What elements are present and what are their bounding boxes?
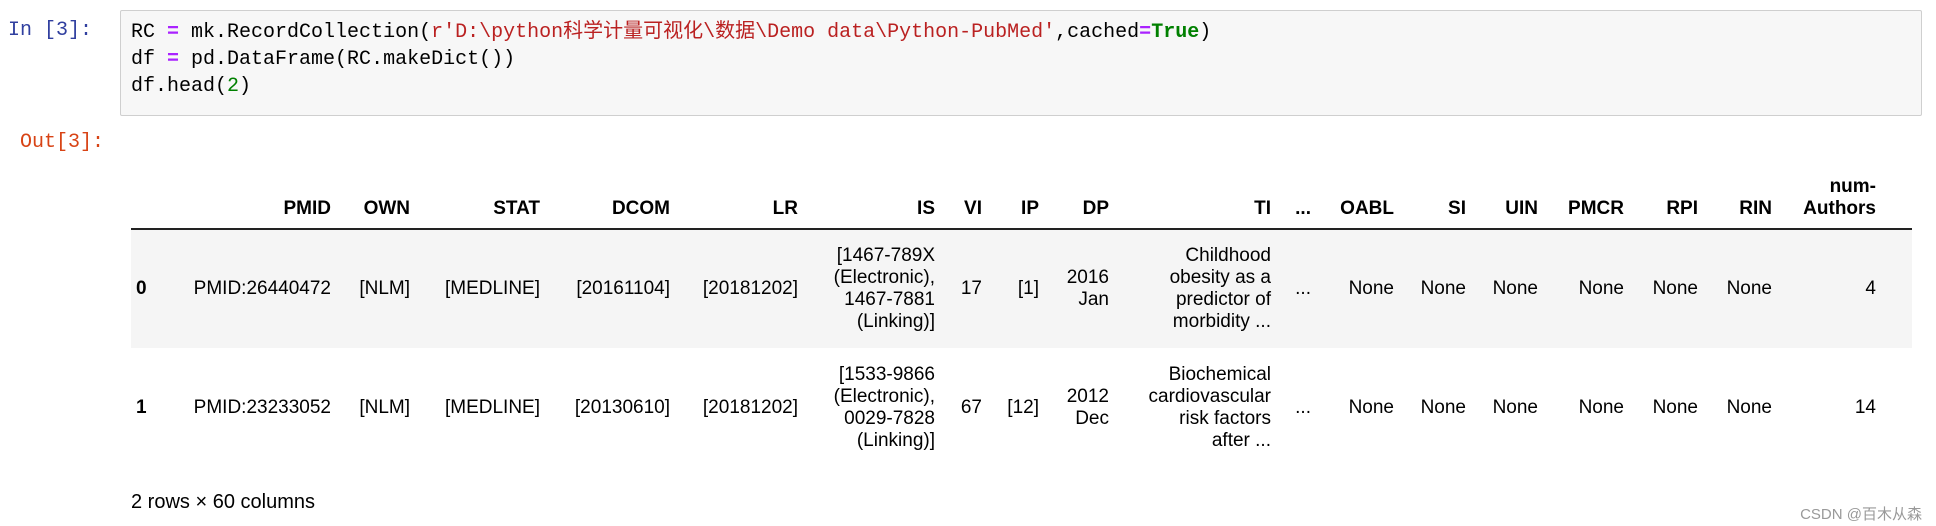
table-cell: ... <box>1295 278 1311 299</box>
column-header: OABL <box>1316 150 1399 230</box>
table-cell: None <box>1726 278 1772 299</box>
input-prompt: In [3]: <box>8 19 93 42</box>
column-header: PMCR <box>1543 150 1629 230</box>
column-header: VI <box>940 150 987 230</box>
code-token: df.head( <box>131 75 228 98</box>
table-cell: [1467-789X (Electronic), 1467-7881 (Link… <box>833 245 935 332</box>
row-index: 1 <box>136 396 147 418</box>
code-token: pd.DataFrame(RC.makeDict()) <box>179 48 516 71</box>
table-cell: [NLM] <box>359 278 410 299</box>
table-cell: None <box>1492 396 1538 418</box>
table-cell: 2012 Dec <box>1066 385 1109 429</box>
watermark: CSDN @百木从森 <box>1800 506 1922 523</box>
table-cell: [1] <box>1017 278 1039 299</box>
header-row: PMID OWN STAT DCOM LR IS VI IP DP TI... OABL SI UIN P… <box>131 150 1912 230</box>
table-cell: None <box>1420 396 1466 418</box>
dataframe-output: PMID OWN STAT DCOM LR IS VI IP DP TI... OABL SI UIN P… <box>131 150 1912 470</box>
table-cell: [20161104] <box>576 278 670 299</box>
table-row: 1 PMID:23233052 [NLM] [MEDLINE] [20130610] [2… <box>131 348 1912 467</box>
column-header: UIN <box>1471 150 1543 230</box>
column-header: STAT <box>415 150 545 230</box>
code-keyword: True <box>1151 21 1200 44</box>
table-row: 0 PMID:26440472 [NLM] [MEDLINE] [20161104] [2… <box>131 229 1912 348</box>
index-header <box>131 150 161 230</box>
code-token: df <box>131 48 168 71</box>
table-cell: None <box>1726 396 1772 418</box>
table-cell: [NLM] <box>359 396 410 418</box>
code-line-1: RC = mk.RecordCollection(r'D:\python科学计量… <box>131 19 1911 46</box>
code-token: = <box>167 21 180 44</box>
column-header: DCOM <box>545 150 675 230</box>
table-cell: 2016 Jan <box>1066 267 1109 310</box>
table-cell: [20181202] <box>702 396 798 418</box>
table-cell: [20181202] <box>702 278 798 299</box>
column-header: DP <box>1044 150 1114 230</box>
code-number: 2 <box>227 75 240 98</box>
column-header: SI <box>1399 150 1471 230</box>
table-cell: 14 <box>1854 396 1876 418</box>
output-prompt: Out[3]: <box>20 131 105 154</box>
row-index: 0 <box>136 278 147 299</box>
table-cell: [12] <box>1007 396 1039 418</box>
code-line-3: df.head(2) <box>131 73 1911 100</box>
table-cell: 4 <box>1865 278 1876 299</box>
table-cell: PMID:23233052 <box>193 396 331 418</box>
column-header: ... <box>1276 150 1316 230</box>
column-header: PMID <box>161 150 336 230</box>
table-cell: [MEDLINE] <box>444 278 540 299</box>
dataframe-shape: 2 rows × 60 columns <box>131 491 315 513</box>
table-cell: None <box>1578 396 1624 418</box>
column-header: nu M <box>1881 150 1912 230</box>
code-string: r'D:\python科学计量可视化\数据\Demo data\Python-P… <box>431 21 1056 44</box>
table-cell <box>1881 229 1912 348</box>
table-cell: [1533-9866 (Electronic), 0029-7828 (Link… <box>833 363 935 451</box>
table-cell: None <box>1652 278 1698 299</box>
table-cell: PMID:26440472 <box>193 278 331 299</box>
table-cell: None <box>1348 396 1394 418</box>
code-line-2: df = pd.DataFrame(RC.makeDict()) <box>131 46 1911 73</box>
table-cell: [20130610] <box>574 396 670 418</box>
column-header: LR <box>675 150 803 230</box>
column-header: IS <box>803 150 940 230</box>
column-header: OWN <box>336 150 415 230</box>
code-token: mk.RecordCollection( <box>179 21 432 44</box>
dataframe-table: PMID OWN STAT DCOM LR IS VI IP DP TI... OABL SI UIN P… <box>131 150 1912 467</box>
column-header: TI <box>1114 150 1276 230</box>
column-header: num- Authors <box>1777 150 1881 230</box>
table-cell: None <box>1652 396 1698 418</box>
code-token: ) <box>1199 21 1212 44</box>
column-header: RPI <box>1629 150 1703 230</box>
column-header: IP <box>987 150 1044 230</box>
code-token: RC <box>131 21 168 44</box>
code-token: ,cached <box>1055 21 1140 44</box>
table-cell: Childhood obesity as a predictor of morb… <box>1169 245 1271 332</box>
table-cell: Biochemical cardiovascular risk factors … <box>1148 363 1272 451</box>
code-cell[interactable]: RC = mk.RecordCollection(r'D:\python科学计量… <box>120 10 1922 116</box>
table-cell: None <box>1578 278 1624 299</box>
table-cell: 67 <box>960 396 982 418</box>
table-cell: ... <box>1295 396 1311 418</box>
code-token: = <box>167 48 180 71</box>
table-cell: None <box>1348 278 1394 299</box>
table-cell: 17 <box>960 278 982 299</box>
table-cell <box>1881 348 1912 467</box>
column-header: RIN <box>1703 150 1777 230</box>
table-cell: [MEDLINE] <box>444 396 540 418</box>
table-cell: None <box>1420 278 1466 299</box>
code-token: = <box>1139 21 1152 44</box>
table-cell: None <box>1492 278 1538 299</box>
code-token: ) <box>239 75 252 98</box>
